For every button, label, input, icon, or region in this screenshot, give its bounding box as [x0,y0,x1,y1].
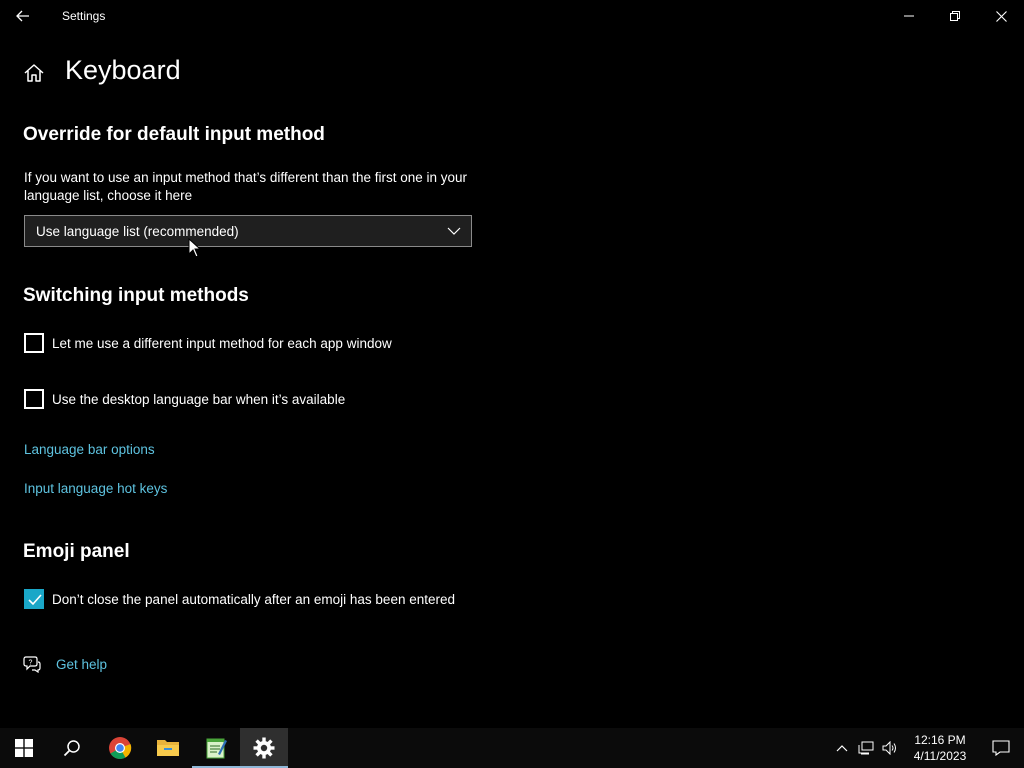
taskbar: 12:16 PM 4/11/2023 [0,728,1024,768]
window-title: Settings [62,9,106,23]
override-description: If you want to use an input method that’… [24,170,468,203]
get-help-link[interactable]: Get help [56,657,107,672]
notification-icon [992,740,1010,756]
switching-section-title: Switching input methods [23,285,249,306]
network-button[interactable] [854,728,878,768]
minimize-icon [904,15,914,17]
page-title: Keyboard [65,55,181,85]
show-hidden-icons-button[interactable] [830,728,854,768]
system-tray: 12:16 PM 4/11/2023 [830,728,1024,768]
settings-icon [253,737,275,759]
chrome-icon [109,737,132,759]
get-help-row[interactable]: ? Get help [23,655,107,673]
chevron-up-icon [836,745,848,752]
language-bar-options-link[interactable]: Language bar options [24,442,155,457]
per-app-input-option[interactable]: Let me use a different input method for … [24,332,392,354]
clock-date: 4/11/2023 [913,749,967,763]
minimize-button[interactable] [886,0,932,32]
action-center-button[interactable] [978,728,1024,768]
emoji-section-title: Emoji panel [23,541,130,562]
restore-button[interactable] [932,0,978,32]
volume-button[interactable] [878,728,902,768]
override-section-title: Override for default input method [23,124,325,145]
notepad-icon [206,738,227,759]
help-chat-icon: ? [23,656,41,673]
start-button[interactable] [0,728,48,768]
chrome-taskbar-button[interactable] [96,728,144,768]
restore-icon [950,11,960,21]
close-button[interactable] [978,0,1024,32]
language-bar-option[interactable]: Use the desktop language bar when it’s a… [24,388,345,410]
back-button[interactable] [0,0,46,32]
chevron-down-icon [447,227,461,235]
file-explorer-icon [157,740,179,756]
volume-icon [882,741,896,755]
svg-text:?: ? [29,660,33,667]
search-icon [63,740,80,757]
dropdown-value: Use language list (recommended) [36,223,239,239]
input-method-dropdown[interactable]: Use language list (recommended) [24,215,472,247]
network-icon [858,741,874,755]
emoji-panel-label: Don’t close the panel automatically afte… [52,591,455,607]
start-icon [15,739,33,757]
emoji-panel-checkbox[interactable] [24,589,44,609]
taskbar-clock[interactable]: 12:16 PM 4/11/2023 [902,728,978,768]
settings-taskbar-button[interactable] [240,728,288,768]
window-controls [886,0,1024,32]
emoji-panel-option[interactable]: Don’t close the panel automatically afte… [24,588,455,610]
language-bar-checkbox[interactable] [24,389,44,409]
clock-time: 12:16 PM [914,733,966,747]
notepad-taskbar-button[interactable] [192,728,240,768]
mouse-cursor-icon [188,238,202,258]
language-bar-label: Use the desktop language bar when it’s a… [52,391,346,407]
file-explorer-taskbar-button[interactable] [144,728,192,768]
search-button[interactable] [48,728,96,768]
per-app-input-checkbox[interactable] [24,333,44,353]
title-bar: Settings [0,0,1024,32]
per-app-input-label: Let me use a different input method for … [52,335,392,351]
input-language-hot-keys-link[interactable]: Input language hot keys [24,481,167,496]
checkmark-icon [28,594,42,606]
close-icon [995,10,1007,22]
back-arrow-icon [16,10,29,22]
home-icon[interactable] [23,62,45,84]
